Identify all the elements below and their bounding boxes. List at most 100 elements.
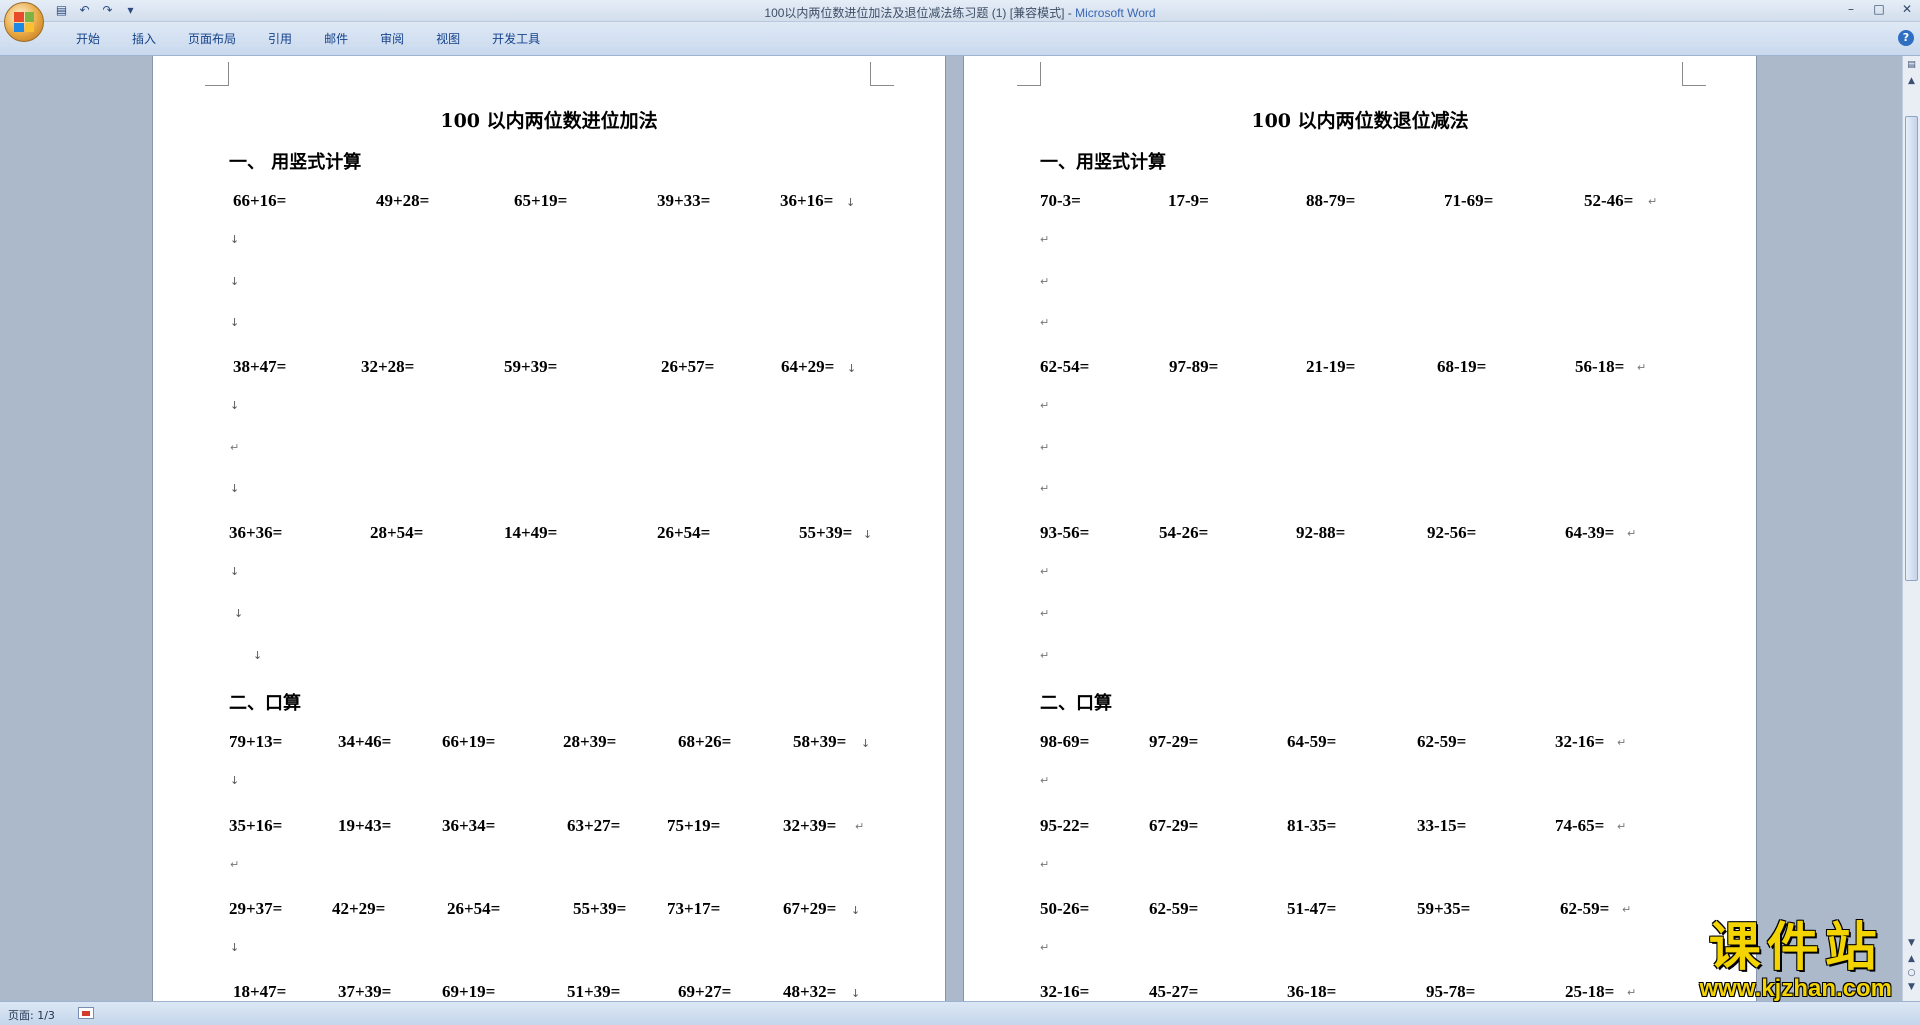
line-break-mark: ↓ bbox=[851, 904, 861, 917]
problem: 95-78= bbox=[1426, 982, 1476, 1001]
page-indicator[interactable]: 页面: 1/3 bbox=[8, 1007, 55, 1023]
page-title: 100 以内两位数退位减法 bbox=[1251, 110, 1469, 132]
problem: 49+28= bbox=[376, 191, 430, 210]
document-area[interactable]: 100 以内两位数进位加法 一、 用竖式计算 66+16= 49+28= 65+… bbox=[0, 56, 1902, 1001]
problem: 58+39= bbox=[793, 732, 847, 751]
previous-page-icon[interactable]: ▲ bbox=[1905, 952, 1918, 966]
problem: 28+39= bbox=[563, 732, 617, 751]
problem: 81-35= bbox=[1287, 816, 1337, 835]
problem: 32-16= bbox=[1040, 982, 1090, 1001]
problem: 51-47= bbox=[1287, 899, 1337, 918]
line-break-mark: ↓ bbox=[253, 649, 263, 662]
problem: 32+39= bbox=[783, 816, 837, 835]
problem: 48+32= bbox=[783, 982, 837, 1001]
problem: 29+37= bbox=[229, 899, 283, 918]
language-icon[interactable] bbox=[78, 1007, 94, 1019]
vertical-scrollbar[interactable]: ▤ ▲ ▼ ▲ ○ ▼ bbox=[1902, 56, 1920, 1001]
document-title: 100以内两位数进位加法及退位减法练习题 (1) [兼容模式] - bbox=[764, 6, 1076, 20]
line-break-mark: ↓ bbox=[230, 316, 240, 329]
problem: 64+29= bbox=[781, 357, 835, 376]
problem: 97-29= bbox=[1149, 732, 1199, 751]
problem: 21-19= bbox=[1306, 357, 1356, 376]
line-break-mark: ↓ bbox=[230, 941, 240, 954]
problem: 17-9= bbox=[1168, 191, 1209, 210]
line-break-mark: ↓ bbox=[230, 774, 240, 787]
paragraph-mark: ↵ bbox=[1040, 565, 1050, 578]
line-break-mark: ↓ bbox=[230, 233, 240, 246]
tab-insert[interactable]: 插入 bbox=[116, 30, 172, 48]
problem: 68-19= bbox=[1437, 357, 1487, 376]
problem: 92-56= bbox=[1427, 523, 1477, 542]
paragraph-mark: ↵ bbox=[230, 858, 240, 871]
problem: 95-22= bbox=[1040, 816, 1090, 835]
tab-view[interactable]: 视图 bbox=[420, 30, 476, 48]
section-heading: 一、 用竖式计算 bbox=[229, 152, 362, 173]
paragraph-mark: ↵ bbox=[1040, 858, 1050, 871]
line-break-mark: ↓ bbox=[851, 987, 861, 1000]
problem: 97-89= bbox=[1169, 357, 1219, 376]
problem: 62-59= bbox=[1560, 899, 1610, 918]
line-break-mark: ↓ bbox=[234, 607, 244, 620]
paragraph-mark: ↵ bbox=[1040, 399, 1050, 412]
paragraph-mark: ↵ bbox=[1040, 275, 1050, 288]
problem: 36-18= bbox=[1287, 982, 1337, 1001]
problem: 62-59= bbox=[1149, 899, 1199, 918]
tab-home[interactable]: 开始 bbox=[60, 30, 116, 48]
paragraph-mark: ↵ bbox=[230, 441, 240, 454]
paragraph-mark: ↵ bbox=[1040, 607, 1050, 620]
tab-references[interactable]: 引用 bbox=[252, 30, 308, 48]
page-right[interactable]: 100 以内两位数退位减法 一、用竖式计算 70-3= 17-9= 88-79=… bbox=[963, 56, 1757, 1001]
paragraph-mark: ↵ bbox=[1040, 441, 1050, 454]
watermark-text: 课件站 bbox=[1708, 918, 1883, 978]
problem: 73+17= bbox=[667, 899, 721, 918]
watermark-url: www.kjzhan.com bbox=[1699, 975, 1892, 1002]
tab-developer[interactable]: 开发工具 bbox=[476, 30, 556, 48]
problem: 26+57= bbox=[661, 357, 715, 376]
line-break-mark: ↓ bbox=[230, 482, 240, 495]
tab-page-layout[interactable]: 页面布局 bbox=[172, 30, 252, 48]
problem: 71-69= bbox=[1444, 191, 1494, 210]
scrollbar-thumb[interactable] bbox=[1905, 116, 1918, 581]
problem: 55+39= bbox=[573, 899, 627, 918]
problem: 56-18= bbox=[1575, 357, 1625, 376]
problem: 50-26= bbox=[1040, 899, 1090, 918]
scroll-up-icon[interactable]: ▲ bbox=[1905, 74, 1918, 88]
minimize-icon[interactable]: – bbox=[1844, 2, 1858, 16]
close-icon[interactable]: ✕ bbox=[1900, 2, 1914, 16]
title-bar: ▤ ↶ ↷ ▾ 100以内两位数进位加法及退位减法练习题 (1) [兼容模式] … bbox=[0, 0, 1920, 22]
crop-mark bbox=[1682, 62, 1706, 86]
watermark-logo: 课件站 www.kjzhan.com bbox=[1700, 920, 1892, 1002]
ribbon-tabs: 开始 插入 页面布局 引用 邮件 审阅 视图 开发工具 bbox=[0, 22, 1920, 56]
office-button[interactable] bbox=[4, 2, 44, 42]
help-icon[interactable]: ? bbox=[1898, 30, 1914, 46]
paragraph-mark: ↵ bbox=[1627, 986, 1637, 999]
problem: 52-46= bbox=[1584, 191, 1634, 210]
maximize-icon[interactable]: □ bbox=[1872, 2, 1886, 16]
line-break-mark: ↓ bbox=[861, 737, 871, 750]
problem: 39+33= bbox=[657, 191, 711, 210]
problem: 54-26= bbox=[1159, 523, 1209, 542]
problem: 64-59= bbox=[1287, 732, 1337, 751]
problem: 74-65= bbox=[1555, 816, 1605, 835]
tab-review[interactable]: 审阅 bbox=[364, 30, 420, 48]
office-logo-icon bbox=[14, 12, 34, 32]
next-page-icon[interactable]: ▼ bbox=[1905, 980, 1918, 994]
problem: 36+34= bbox=[442, 816, 496, 835]
problem: 55+39= bbox=[799, 523, 853, 542]
problem: 35+16= bbox=[229, 816, 283, 835]
ruler-toggle-icon[interactable]: ▤ bbox=[1905, 58, 1918, 72]
section-heading: 一、用竖式计算 bbox=[1040, 152, 1166, 173]
problem: 26+54= bbox=[447, 899, 501, 918]
tab-mailings[interactable]: 邮件 bbox=[308, 30, 364, 48]
select-browse-object-icon[interactable]: ○ bbox=[1905, 966, 1918, 980]
paragraph-mark: ↵ bbox=[1637, 361, 1647, 374]
paragraph-mark: ↵ bbox=[1617, 820, 1627, 833]
page-left[interactable]: 100 以内两位数进位加法 一、 用竖式计算 66+16= 49+28= 65+… bbox=[152, 56, 946, 1001]
scroll-down-icon[interactable]: ▼ bbox=[1905, 936, 1918, 950]
problem: 88-79= bbox=[1306, 191, 1356, 210]
section-heading: 二、口算 bbox=[229, 693, 301, 714]
paragraph-mark: ↵ bbox=[1040, 774, 1050, 787]
crop-mark bbox=[205, 62, 229, 86]
problem: 62-54= bbox=[1040, 357, 1090, 376]
line-break-mark: ↓ bbox=[230, 399, 240, 412]
